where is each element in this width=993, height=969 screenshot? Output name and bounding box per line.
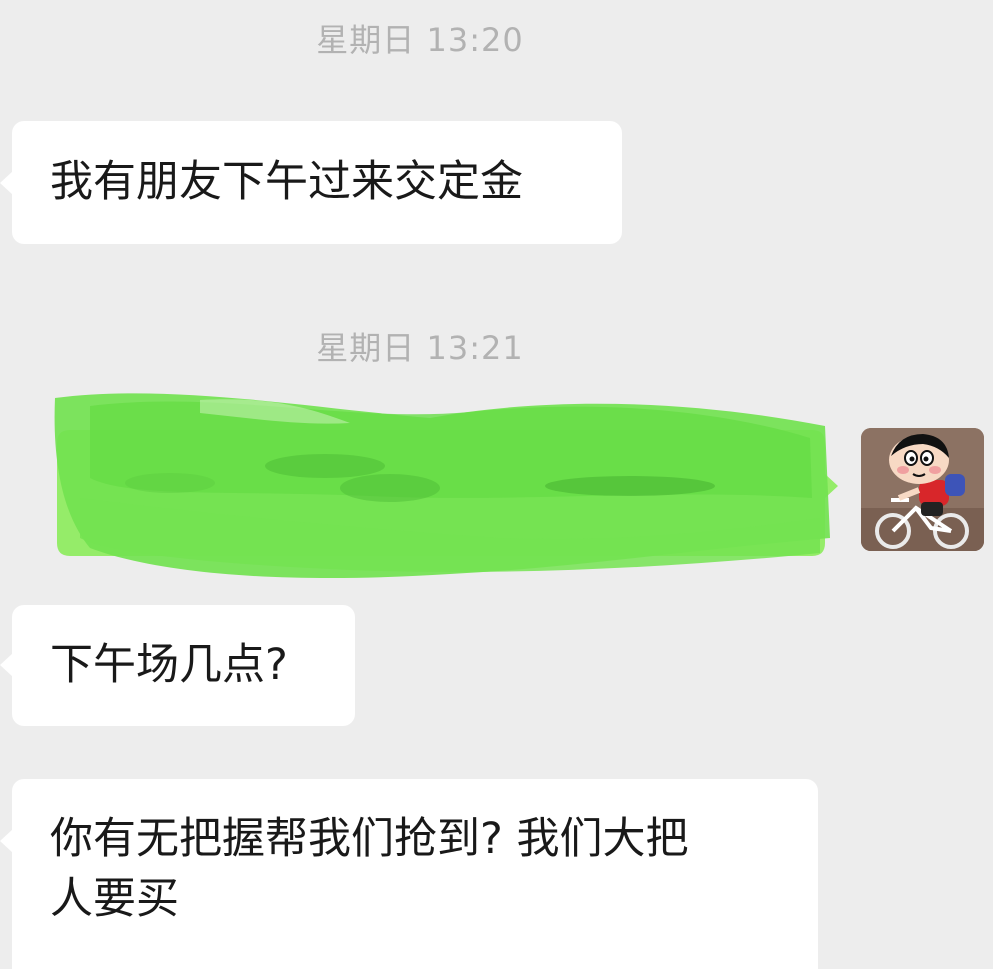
message-text: 我有朋友下午过来交定金 [50,157,523,207]
user-avatar[interactable] [861,428,984,551]
timestamp: 星期日 13:20 [316,21,524,59]
chat-history[interactable]: 星期日 13:20 我有朋友下午过来交定金 星期日 13:21 下午场几点? 你… [0,0,993,969]
cartoon-boy-on-bicycle-icon [861,428,984,551]
outgoing-message-redacted[interactable] [50,378,840,588]
message-text: 你有无把握帮我们抢到? 我们大把 人要买 [50,814,689,924]
bubble-tail [0,653,13,677]
message-text: 下午场几点? [50,640,288,690]
bubble-tail [0,171,13,195]
incoming-message[interactable]: 我有朋友下午过来交定金 [0,121,622,244]
redaction-scribble [54,393,838,579]
incoming-message[interactable]: 你有无把握帮我们抢到? 我们大把 人要买 [0,779,818,969]
bubble-tail [0,829,13,853]
incoming-message[interactable]: 下午场几点? [0,605,355,726]
timestamp: 星期日 13:21 [316,329,524,367]
